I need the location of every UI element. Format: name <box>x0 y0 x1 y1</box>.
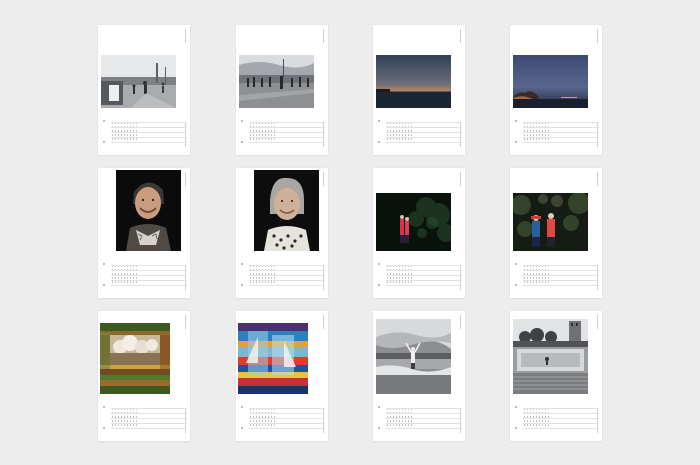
calendar-page[interactable] <box>98 311 190 441</box>
calendar-grid-dates <box>513 262 599 292</box>
calendar-grid-dates <box>239 119 325 149</box>
couple-night-forest-photo <box>376 193 451 251</box>
calendar-grid-dates <box>376 119 462 149</box>
calendar-grid-dates <box>513 119 599 149</box>
glitch-sailboats-photo <box>238 323 308 394</box>
calendar-page[interactable] <box>373 168 465 298</box>
boardwalk-people-photo <box>239 55 314 108</box>
calendar-grid-dates <box>513 405 599 435</box>
calendar-grid-dates <box>101 262 187 292</box>
grey-hair-woman-portrait-photo <box>254 170 319 251</box>
dusk-sea-photo <box>376 55 451 108</box>
calendar-page[interactable] <box>236 311 328 441</box>
calendar-grid-dates <box>376 262 462 292</box>
calendar-page[interactable] <box>510 25 602 155</box>
children-forest-photo <box>513 193 588 251</box>
calendar-grid-dates <box>376 405 462 435</box>
calendar-grid-dates <box>101 405 187 435</box>
calendar-page[interactable] <box>98 25 190 155</box>
calendar-grid-dates <box>101 119 187 149</box>
calendar-page[interactable] <box>373 311 465 441</box>
glitch-clouds-photo <box>100 323 170 394</box>
calendar-page[interactable] <box>236 168 328 298</box>
pier-crowd-photo <box>101 55 176 108</box>
calendar-page[interactable] <box>510 311 602 441</box>
calendar-grid <box>0 0 700 465</box>
night-coast-photo <box>513 55 588 108</box>
calendar-page[interactable] <box>373 25 465 155</box>
calendar-page[interactable] <box>236 25 328 155</box>
smiling-woman-portrait-photo <box>116 170 181 251</box>
rooftop-pool-photo <box>513 319 588 394</box>
calendar-grid-dates <box>239 405 325 435</box>
calendar-page[interactable] <box>98 168 190 298</box>
calendar-grid-dates <box>239 262 325 292</box>
beach-arms-raised-photo <box>376 319 451 394</box>
calendar-page[interactable] <box>510 168 602 298</box>
